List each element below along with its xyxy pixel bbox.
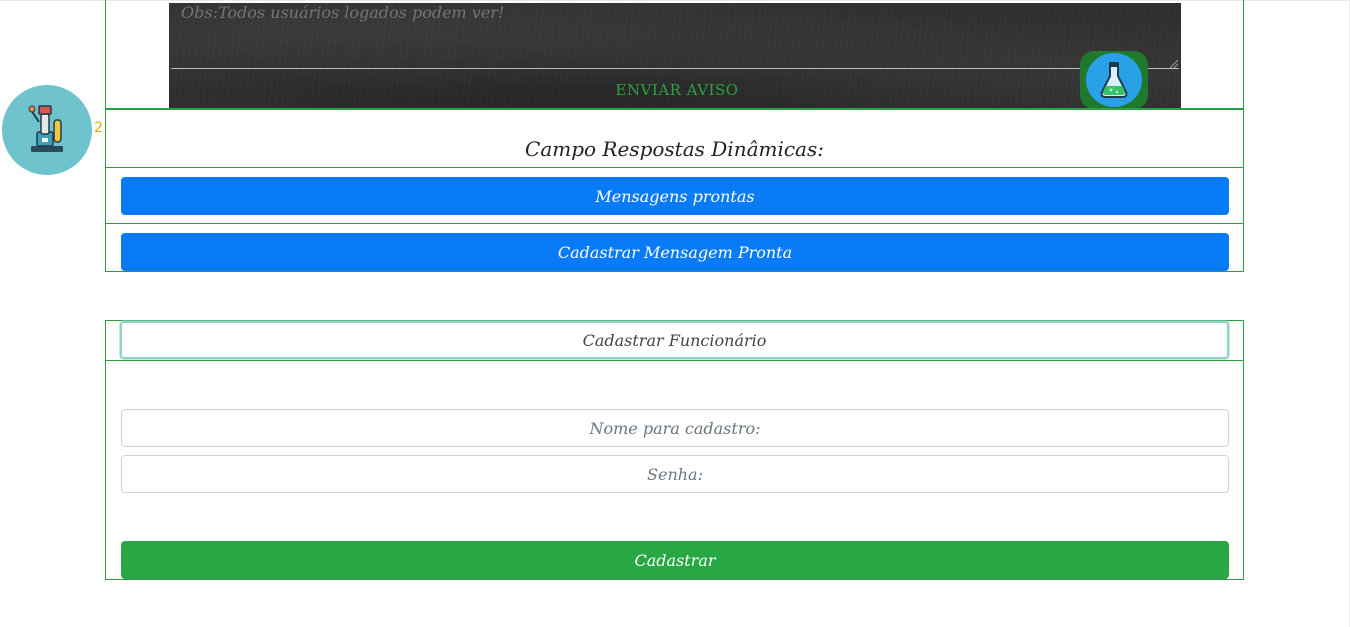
resize-grip-icon[interactable] xyxy=(1170,60,1178,68)
send-notice-button[interactable]: ENVIAR AVISO xyxy=(615,79,739,101)
notice-section: ENVIAR AVISO xyxy=(105,0,1244,109)
chalkboard-panel: ENVIAR AVISO xyxy=(169,3,1181,108)
section-title: Campo Respostas Dinâmicas: xyxy=(525,137,824,161)
dynamic-answers-title: Campo Respostas Dinâmicas: xyxy=(105,109,1244,168)
ready-messages-button[interactable]: Mensagens prontas xyxy=(121,177,1229,215)
notice-textarea[interactable] xyxy=(171,3,1179,69)
register-employee-form: Cadastrar xyxy=(105,360,1244,580)
register-employee-header: Cadastrar Funcionário xyxy=(105,320,1244,361)
page: ENVIAR AVISO xyxy=(0,0,1350,627)
avatar-badge: 2 xyxy=(94,120,103,136)
lab-equipment-icon xyxy=(27,102,67,158)
register-ready-message-button[interactable]: Cadastrar Mensagem Pronta xyxy=(121,233,1229,271)
ready-messages-row: Mensagens prontas xyxy=(105,167,1244,224)
avatar[interactable] xyxy=(2,85,92,175)
register-message-row: Cadastrar Mensagem Pronta xyxy=(105,223,1244,272)
password-field[interactable] xyxy=(121,455,1229,493)
flask-button[interactable] xyxy=(1080,51,1148,108)
register-employee-toggle[interactable]: Cadastrar Funcionário xyxy=(120,321,1229,359)
register-submit-button[interactable]: Cadastrar xyxy=(121,541,1229,579)
name-field[interactable] xyxy=(121,409,1229,447)
flask-icon xyxy=(1086,53,1142,107)
